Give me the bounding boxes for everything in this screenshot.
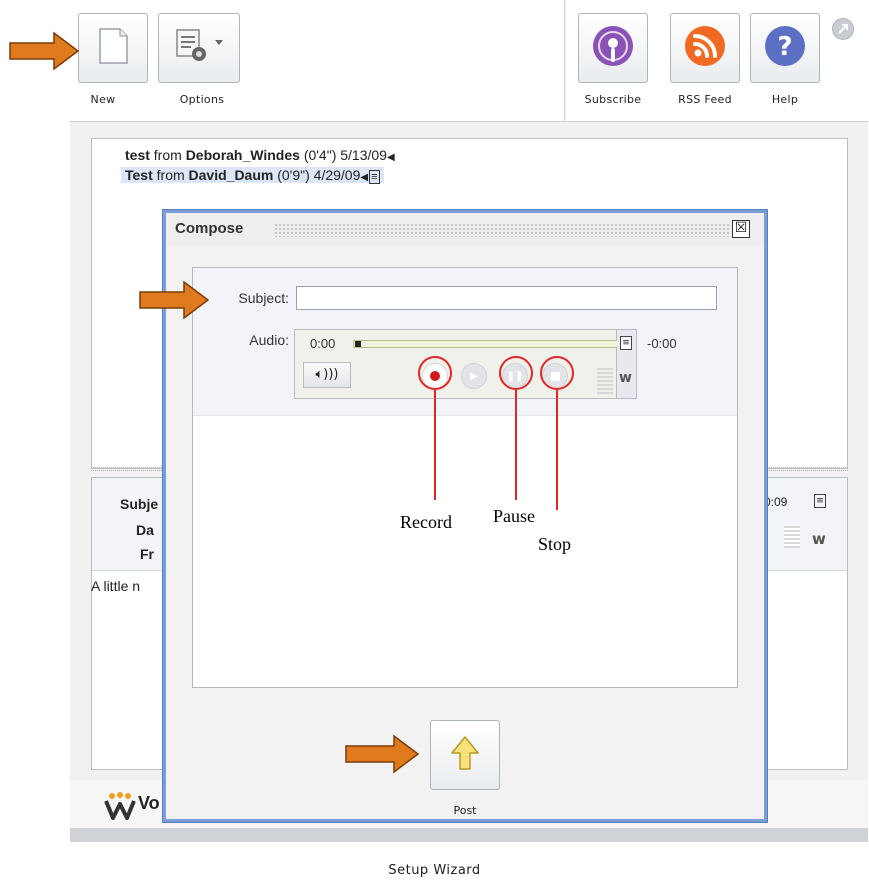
subscribe-label: Subscribe (584, 93, 642, 106)
compose-title: Compose (175, 220, 244, 237)
message-from-word: from (156, 167, 185, 183)
menu-icon[interactable]: ≡ (620, 336, 632, 350)
speaker-icon: 🔈︎))) (315, 367, 339, 382)
pause-callout-label: Pause (493, 506, 535, 526)
new-document-icon (96, 27, 130, 69)
external-link-icon (833, 24, 853, 43)
record-callout-line (434, 390, 436, 500)
compose-form: Subject: Audio: 0:00 -0:00 🔈︎))) ▶ ❚❚ ≡ … (193, 268, 737, 416)
stop-highlight (540, 356, 574, 390)
message-date: 5/13/09 (340, 147, 387, 163)
message-row[interactable]: test from Deborah_Windes (0'4") 5/13/09◀ (125, 147, 395, 163)
rss-feed-button[interactable] (670, 13, 740, 83)
detach-button[interactable] (832, 18, 854, 40)
speaker-small-icon: ◀ (360, 172, 369, 183)
titlebar-grip (274, 223, 729, 237)
message-row[interactable]: Test from David_Daum (0'9") 4/29/09◀ ≡ (121, 167, 384, 184)
close-icon: ☒ (734, 220, 748, 236)
subscribe-button[interactable] (578, 13, 648, 83)
menu-icon[interactable]: ≡ (814, 494, 826, 508)
post-label: Post (453, 804, 477, 817)
record-highlight (418, 356, 452, 390)
volume-meter-icon (784, 526, 800, 548)
message-author: David_Daum (188, 167, 274, 183)
audio-label: Audio: (249, 332, 289, 348)
volume-meter-icon (597, 368, 613, 394)
time-remaining: -0:00 (647, 336, 677, 351)
toolbar-main: New Options (70, 0, 565, 122)
brand-logo-icon (104, 792, 136, 824)
pointer-arrow-icon (138, 280, 210, 324)
subject-label: Subject: (238, 290, 289, 306)
play-icon: ▶ (470, 370, 478, 382)
message-date: 4/29/09 (313, 167, 361, 183)
pause-callout-line (515, 390, 517, 500)
help-icon: ? (763, 24, 807, 72)
stop-callout-line (556, 390, 558, 510)
new-label: New (90, 93, 116, 106)
speaker-small-icon: ◀ (386, 152, 395, 163)
details-date-label: Da (136, 522, 154, 538)
message-from-word: from (153, 147, 182, 163)
message-duration: (0'9") (277, 167, 310, 183)
time-elapsed: 0:00 (310, 336, 336, 351)
details-subject-label: Subje (120, 496, 159, 512)
note-icon: ≡ (369, 170, 380, 184)
record-callout-label: Record (400, 512, 452, 532)
compose-panel: Subject: Audio: 0:00 -0:00 🔈︎))) ▶ ❚❚ ≡ … (192, 267, 738, 688)
logo-small-icon: ᴡ (619, 370, 632, 386)
post-button[interactable] (430, 720, 500, 790)
footer-strip (70, 828, 868, 842)
toolbar-feed: Subscribe RSS Feed ? Help (566, 0, 868, 122)
message-subject: Test (125, 167, 153, 183)
pause-highlight (499, 356, 533, 390)
message-subject: test (125, 147, 150, 163)
compose-dialog: Compose ☒ Subject: Audio: 0:00 -0:00 🔈︎)… (163, 210, 767, 822)
pointer-arrow-icon (344, 734, 420, 778)
podcast-icon (591, 24, 635, 72)
progress-knob[interactable] (355, 341, 361, 347)
play-button[interactable]: ▶ (461, 363, 487, 389)
details-time-remaining: 0:09 (764, 495, 788, 509)
stop-callout-label: Stop (538, 534, 572, 554)
rss-feed-label: RSS Feed (678, 93, 732, 106)
compose-titlebar[interactable]: Compose ☒ (166, 213, 764, 245)
new-button[interactable] (78, 13, 148, 83)
options-label: Options (179, 93, 225, 106)
logo-small-icon: ᴡ (812, 530, 826, 548)
help-button[interactable]: ? (750, 13, 820, 83)
svg-text:?: ? (777, 32, 792, 62)
details-from-label: Fr (140, 546, 154, 562)
options-gear-icon (171, 26, 227, 70)
subject-input[interactable] (296, 286, 717, 310)
brand-name: Vo (138, 793, 160, 813)
rss-icon (683, 24, 727, 72)
player-side: ≡ ᴡ (617, 329, 637, 399)
pointer-arrow-icon (8, 31, 80, 75)
message-author: Deborah_Windes (185, 147, 300, 163)
options-button[interactable] (158, 13, 240, 83)
details-body-text: A little n (91, 578, 141, 594)
close-button[interactable]: ☒ (732, 220, 750, 238)
help-label: Help (771, 93, 799, 106)
message-duration: (0'4") (303, 147, 337, 163)
setup-wizard-link[interactable]: Setup Wizard (0, 863, 869, 878)
volume-button[interactable]: 🔈︎))) (303, 362, 351, 388)
progress-track[interactable] (353, 340, 631, 348)
upload-arrow-icon (450, 735, 480, 775)
